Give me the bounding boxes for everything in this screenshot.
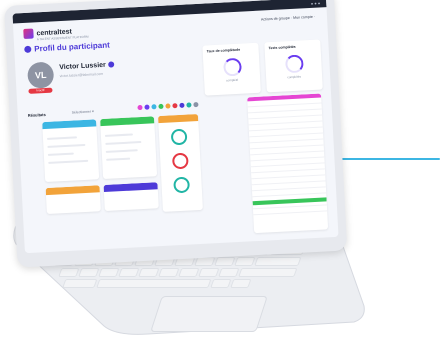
legend-dot: [193, 101, 199, 108]
trackpad: [150, 296, 268, 332]
laptop-illustration: ● ● ● centraltest A TALENT ASSESSMENT PL…: [0, 0, 440, 351]
result-card-values[interactable]: [103, 182, 159, 212]
legend-dot: [137, 104, 143, 111]
page-title: Profil du participant: [24, 41, 110, 54]
card-header: [103, 182, 158, 193]
score-circle-icon: [173, 176, 191, 194]
stat-card-tests: Tests complétés complétés: [264, 39, 323, 93]
progress-ring-icon: [284, 54, 304, 74]
legend-dot: [151, 104, 157, 110]
stat-sub: complétés: [287, 74, 302, 80]
window-controls: ● ● ●: [310, 0, 321, 6]
profile-icon: [24, 45, 32, 53]
legend-dot: [165, 103, 171, 109]
laptop-screen-bezel: ● ● ● centraltest A TALENT ASSESSMENT PL…: [4, 0, 348, 268]
legend-dot: [186, 102, 192, 108]
stat-label: Tests complétés: [268, 44, 296, 51]
result-card-reasoning[interactable]: [157, 113, 203, 212]
score-bar: [47, 143, 86, 148]
legend-dot: [158, 103, 164, 110]
score-circle-icon: [170, 128, 188, 146]
stat-card-completion: Taux de complétude complété: [202, 42, 261, 96]
card-header: [157, 113, 199, 124]
score-bar: [106, 157, 131, 161]
detail-grid-panel[interactable]: [247, 93, 329, 234]
results-selector[interactable]: Sélectionner ▾: [72, 109, 94, 114]
legend-dot: [144, 104, 150, 110]
card-header: [100, 116, 155, 127]
results-label: Résultats: [27, 111, 46, 118]
result-card-skills[interactable]: [45, 185, 101, 215]
score-bar: [105, 149, 138, 153]
page-title-text: Profil du participant: [34, 40, 110, 54]
color-legend: [137, 101, 199, 111]
score-bar: [104, 133, 133, 137]
avatar: VL: [27, 61, 55, 89]
participant-name-text: Victor Lussier: [59, 61, 106, 72]
result-card-personality[interactable]: [42, 119, 100, 183]
card-header: [42, 119, 97, 130]
verified-icon: [107, 61, 114, 68]
brand[interactable]: centraltest A TALENT ASSESSMENT PLATFORM: [23, 26, 89, 41]
score-bar: [47, 152, 74, 156]
top-nav-links[interactable]: Actions de groupe · Mon compte ·: [261, 15, 315, 22]
app-screen: ● ● ● centraltest A TALENT ASSESSMENT PL…: [12, 0, 339, 254]
result-card-motivation[interactable]: [100, 116, 158, 180]
card-header: [45, 185, 100, 196]
stat-label: Taux de complétude: [206, 47, 241, 54]
progress-ring-icon: [223, 57, 242, 77]
stat-sub: complété: [226, 77, 239, 83]
score-bar: [105, 141, 142, 145]
accent-line: [328, 158, 440, 160]
participant-name: Victor Lussier: [59, 61, 114, 71]
status-badge: Inactif: [28, 87, 53, 94]
brand-logo-icon: [23, 28, 34, 40]
score-bar: [48, 159, 89, 164]
score-bar: [46, 136, 78, 140]
legend-dot: [172, 103, 178, 109]
legend-dot: [179, 102, 185, 108]
results-section: Résultats Sélectionner ▾: [27, 93, 330, 248]
participant-email: victor.lussier@fakemail.com: [59, 71, 104, 79]
score-circle-icon: [171, 152, 189, 170]
